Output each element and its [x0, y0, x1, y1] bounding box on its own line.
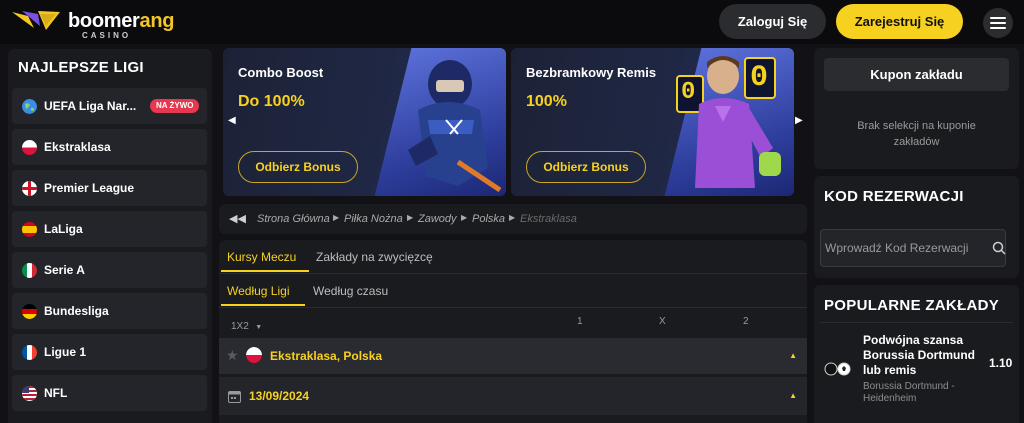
promo-banner-combo-boost[interactable]: Combo Boost Do 100% Odbierz Bonus	[223, 48, 506, 196]
sidebar-item-serie-a[interactable]: Serie A	[12, 252, 207, 288]
soccer-ball-icon	[824, 362, 851, 376]
top-header: boomerang CASINO Zaloguj Się Zarejestruj…	[0, 0, 1024, 44]
england-flag-icon	[22, 181, 37, 196]
popular-bets-panel: POPULARNE ZAKŁADY Podwójna szansa Boruss…	[814, 285, 1019, 423]
league-group-header[interactable]: ★ Ekstraklasa, Polska ▲	[219, 338, 807, 374]
goalkeeper-scoreboard-icon	[676, 56, 781, 188]
sidebar-item-label: Ligue 1	[44, 345, 87, 359]
divider	[820, 322, 1013, 323]
tab-outright-bets[interactable]: Zakłady na zwycięzcę	[316, 250, 433, 264]
reservation-code-panel: KOD REZERWACJI	[814, 176, 1019, 278]
star-icon[interactable]: ★	[226, 347, 239, 364]
globe-icon	[22, 99, 37, 114]
bet-slip-panel: Kupon zakładu Brak selekcji na kuponie z…	[814, 48, 1019, 169]
column-header-1: 1	[577, 316, 583, 327]
date-group-title: 13/09/2024	[249, 389, 310, 403]
bet-slip-empty-text: Brak selekcji na kuponie zakładów	[857, 120, 976, 148]
sidebar-item-label: UEFA Liga Nar...	[44, 99, 137, 113]
column-header-x: X	[659, 316, 666, 327]
banner-value: 100%	[526, 93, 567, 110]
divider	[219, 307, 807, 308]
sidebar-item-ekstraklasa[interactable]: Ekstraklasa	[12, 129, 207, 165]
live-badge: NA ŻYWO	[150, 99, 200, 113]
tab-by-time[interactable]: Według czasu	[313, 284, 388, 298]
popular-bet-name[interactable]: Podwójna szansa Borussia Dortmund lub re…	[863, 333, 988, 378]
chevron-down-icon: ▼	[255, 324, 263, 331]
top-leagues-panel: NAJLEPSZE LIGI UEFA Liga Nar... NA ŻYWO …	[8, 49, 212, 423]
carousel-prev-icon[interactable]: ◀	[228, 115, 236, 126]
breadcrumb-separator-icon: ▶	[509, 213, 516, 222]
claim-bonus-button[interactable]: Odbierz Bonus	[238, 151, 358, 183]
france-flag-icon	[22, 345, 37, 360]
breadcrumb: ◀◀ Strona Główna ▶ Piłka Nożna ▶ Zawody …	[219, 204, 807, 234]
sidebar-item-bundesliga[interactable]: Bundesliga	[12, 293, 207, 329]
breadcrumb-separator-icon: ▶	[407, 213, 414, 222]
collapse-icon[interactable]: ▲	[789, 391, 797, 400]
breadcrumb-item[interactable]: Polska	[472, 213, 505, 225]
tab-match-odds[interactable]: Kursy Meczu	[227, 250, 296, 264]
banner-title: Combo Boost	[238, 65, 324, 80]
reservation-code-title: KOD REZERWACJI	[824, 188, 964, 205]
tab-active-indicator	[221, 270, 309, 272]
breadcrumb-item[interactable]: Zawody	[418, 213, 457, 225]
scoreboard-left-digit: 0	[681, 79, 696, 106]
popular-bets-title: POPULARNE ZAKŁADY	[824, 297, 1000, 314]
sidebar-item-label: NFL	[44, 386, 68, 400]
tab-by-league[interactable]: Według Ligi	[227, 284, 289, 298]
search-icon[interactable]	[992, 241, 1006, 255]
matches-board: Kursy Meczu Zakłady na zwycięzcę Według …	[219, 240, 807, 423]
date-group-header[interactable]: 13/09/2024 ▲	[219, 377, 807, 415]
sidebar-item-uefa[interactable]: UEFA Liga Nar... NA ŻYWO	[12, 88, 207, 124]
carousel-next-icon[interactable]: ▶	[795, 115, 803, 126]
sidebar-item-ligue-1[interactable]: Ligue 1	[12, 334, 207, 370]
breadcrumb-current: Ekstraklasa	[520, 213, 577, 225]
breadcrumb-item[interactable]: Strona Główna	[257, 213, 330, 225]
bet-slip-header[interactable]: Kupon zakładu	[824, 58, 1009, 91]
sidebar-item-premier-league[interactable]: Premier League	[12, 170, 207, 206]
column-header-2: 2	[743, 316, 749, 327]
banner-title: Bezbramkowy Remis	[526, 65, 657, 80]
calendar-icon	[228, 391, 241, 403]
subtab-active-indicator	[221, 304, 305, 306]
sidebar-item-label: Ekstraklasa	[44, 140, 111, 154]
market-select[interactable]: 1X2 ▼	[231, 316, 262, 334]
top-leagues-title: NAJLEPSZE LIGI	[18, 59, 144, 76]
sidebar-item-label: Premier League	[44, 181, 135, 195]
germany-flag-icon	[22, 304, 37, 319]
divider	[219, 273, 807, 274]
popular-bet-teams: Borussia Dortmund - Heidenheim	[863, 381, 955, 404]
usa-flag-icon	[22, 386, 37, 401]
poland-flag-icon	[246, 347, 262, 363]
scoreboard-right-digit: 0	[750, 61, 769, 95]
logo-subtitle: CASINO	[82, 31, 132, 40]
boomerang-logo-icon	[12, 11, 60, 30]
banner-value: Do 100%	[238, 93, 305, 110]
italy-flag-icon	[22, 263, 37, 278]
spain-flag-icon	[22, 222, 37, 237]
breadcrumb-separator-icon: ▶	[333, 213, 340, 222]
poland-flag-icon	[22, 140, 37, 155]
register-button[interactable]: Zarejestruj Się	[836, 4, 963, 39]
sidebar-item-nfl[interactable]: NFL	[12, 375, 207, 411]
sidebar-item-label: LaLiga	[44, 222, 83, 236]
breadcrumb-separator-icon: ▶	[461, 213, 468, 222]
hamburger-menu-button[interactable]	[983, 8, 1013, 38]
reservation-code-input[interactable]	[820, 229, 1006, 267]
sidebar-item-label: Bundesliga	[44, 304, 109, 318]
login-button[interactable]: Zaloguj Się	[719, 4, 826, 39]
claim-bonus-button[interactable]: Odbierz Bonus	[526, 151, 646, 183]
app-root: boomerang CASINO Zaloguj Się Zarejestruj…	[0, 0, 1024, 423]
league-group-title: Ekstraklasa, Polska	[270, 349, 383, 363]
hockey-player-icon	[408, 60, 502, 193]
boomerang-logo[interactable]: boomerang CASINO	[10, 6, 180, 40]
breadcrumb-item[interactable]: Piłka Nożna	[344, 213, 403, 225]
market-select-label: 1X2	[231, 321, 249, 332]
promo-banner-bezbramkowy-remis[interactable]: 0 0 Bezbramkowy Remis 100% Odbierz Bonus	[511, 48, 794, 196]
back-icon[interactable]: ◀◀	[229, 212, 246, 225]
logo-wordmark: boomerang	[68, 10, 175, 32]
popular-bet-odd[interactable]: 1.10	[989, 356, 1012, 370]
sidebar-item-laliga[interactable]: LaLiga	[12, 211, 207, 247]
collapse-icon[interactable]: ▲	[789, 351, 797, 360]
sidebar-item-label: Serie A	[44, 263, 85, 277]
